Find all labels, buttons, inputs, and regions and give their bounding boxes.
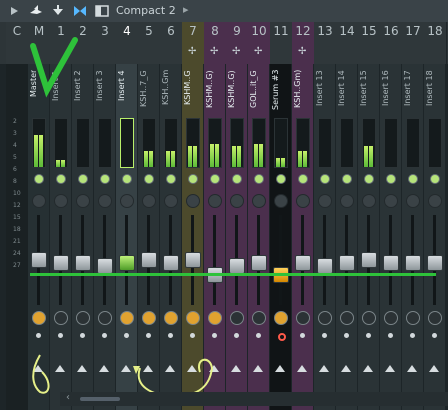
annotation-overlay xyxy=(30,37,213,398)
chevron-left-icon[interactable]: ‹ xyxy=(66,392,70,403)
scroll-thumb[interactable] xyxy=(80,397,120,401)
mixer-scrollbar[interactable]: ‹ xyxy=(60,392,448,406)
